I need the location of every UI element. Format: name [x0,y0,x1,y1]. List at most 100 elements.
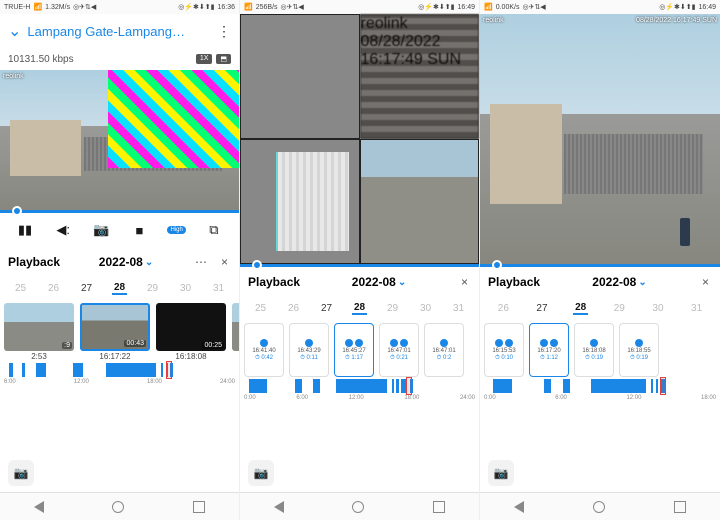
video-feed[interactable]: reolink [0,70,239,210]
status-icons-right: ◎⚡✱⬇⬆▮ [659,3,695,11]
clip-thumb[interactable]: :92:53 [4,303,74,361]
camera-fab[interactable]: 📷 [488,460,514,486]
clip-card[interactable]: 16:47:01⏱ 0:2 [424,323,464,377]
status-icons: ◎✈⇅◀ [73,3,96,11]
nav-home[interactable] [112,501,124,513]
pip-button[interactable]: ⧉ [204,220,224,240]
clip-thumbs: :92:53 00:4316:17:22 00:2516:18:08 00:17… [0,299,239,361]
scrubber[interactable] [0,210,239,213]
day-29[interactable]: 29 [145,283,160,294]
nav-back[interactable] [34,501,44,513]
android-navbar [240,492,479,520]
scrubber[interactable] [240,264,479,267]
menu-button[interactable]: ⋮ [217,23,231,40]
record-button[interactable]: ■ [129,220,149,240]
clip-card[interactable]: 16:47:01⏱ 0:21 [379,323,419,377]
timestamp-overlay: 08/28/2022 16:17:49 SUN [361,33,479,69]
scrubber[interactable] [480,264,720,267]
camera-fab[interactable]: 📷 [248,460,274,486]
video-grid[interactable]: reolink08/28/2022 16:17:49 SUN [240,14,479,264]
speed-chip[interactable]: 1X [196,54,213,64]
camera-fab[interactable]: 📷 [8,460,34,486]
status-bar: TRUE-H 📶 1.32M/s ◎✈⇅◀ ◎⚡✱⬇⬆▮ 16:36 [0,0,239,14]
month-selector[interactable]: 2022-08⌄ [352,275,406,289]
day-29[interactable]: 29 [385,303,400,314]
timeline[interactable]: 0:00 6:00 12:00 18:00 24:00 [240,377,479,411]
brand-watermark: reolink [3,73,24,80]
nav-back[interactable] [274,501,284,513]
clip-thumb[interactable]: 00:4316:17:22 [80,303,150,361]
day-28[interactable]: 28 [573,302,588,315]
tick: 0:00 [484,395,496,401]
clip-card[interactable]: 16:45:27⏱ 1:17 [334,323,374,377]
playback-menu[interactable]: ⋯ [192,255,210,269]
clip-list: 16:15:53⏱ 0:1016:17:20⏱ 1:1216:18:08⏱ 0:… [480,319,720,377]
tick: 24:00 [460,395,475,401]
clip-thumb[interactable]: 00:2516:18:08 [156,303,226,361]
brand-watermark: reolink [483,17,504,24]
day-26[interactable]: 26 [496,303,511,314]
nav-home[interactable] [352,501,364,513]
day-31[interactable]: 31 [211,283,226,294]
month-selector[interactable]: 2022-08⌄ [592,275,646,289]
mute-button[interactable]: ◀: [53,220,73,240]
clip-card[interactable]: 16:18:08⏱ 0:19 [574,323,614,377]
tick: 12:00 [74,379,89,385]
nav-recent[interactable] [433,501,445,513]
clip-card[interactable]: 16:17:20⏱ 1:12 [529,323,569,377]
back-button[interactable]: ⌄ [8,21,21,41]
status-icons: ◎✈⇅◀ [522,3,545,11]
net-speed: 256B/s [256,4,278,11]
clock: 16:36 [217,4,235,11]
day-27[interactable]: 27 [534,303,549,314]
status-bar: 📶256B/s◎✈⇅◀ ◎⚡✱⬇⬆▮16:49 [240,0,479,14]
day-26[interactable]: 26 [286,303,301,314]
clip-card[interactable]: 16:15:53⏱ 0:10 [484,323,524,377]
status-icons: ◎✈⇅◀ [281,3,304,11]
clip-card[interactable]: 16:41:40⏱ 0:42 [244,323,284,377]
day-27[interactable]: 27 [319,303,334,314]
day-25[interactable]: 25 [13,283,28,294]
snapshot-button[interactable]: 📷 [91,220,111,240]
nav-recent[interactable] [674,501,686,513]
day-31[interactable]: 31 [451,303,466,314]
quality-button[interactable]: High [167,226,185,234]
layout-chip[interactable]: ⬒ [216,54,231,64]
clip-card[interactable]: 16:18:55⏱ 0:19 [619,323,659,377]
nav-back[interactable] [514,501,524,513]
tick: 18:00 [701,395,716,401]
tick: 0:00 [244,395,256,401]
day-30[interactable]: 30 [650,303,665,314]
video-feed[interactable]: reolink 08/28/2022 16:17:49 SUN [480,14,720,264]
clock: 16:49 [698,4,716,11]
day-28[interactable]: 28 [112,282,127,295]
clip-card[interactable]: 16:43:29⏱ 0:11 [289,323,329,377]
day-28[interactable]: 28 [352,302,367,315]
day-30[interactable]: 30 [418,303,433,314]
playback-header: Playback 2022-08⌄ × [480,267,720,297]
day-25[interactable]: 25 [253,303,268,314]
close-button[interactable]: × [458,275,471,289]
nav-home[interactable] [593,501,605,513]
timeline[interactable]: 0:00 6:00 12:00 18:00 [480,377,720,411]
timeline[interactable]: 6:00 12:00 18:00 24:00 [0,361,239,395]
camera-title[interactable]: Lampang Gate-Lampang… [27,24,211,39]
close-button[interactable]: × [699,275,712,289]
clock: 16:49 [457,4,475,11]
month-selector[interactable]: 2022-08⌄ [99,255,153,269]
day-26[interactable]: 26 [46,283,61,294]
day-30[interactable]: 30 [178,283,193,294]
pause-button[interactable]: ▮▮ [15,220,35,240]
day-31[interactable]: 31 [689,303,704,314]
screen-2: 📶256B/s◎✈⇅◀ ◎⚡✱⬇⬆▮16:49 reolink08/28/202… [240,0,480,520]
day-29[interactable]: 29 [612,303,627,314]
status-icons-right: ◎⚡✱⬇⬆▮ [418,3,454,11]
tick: 18:00 [404,395,419,401]
nav-recent[interactable] [193,501,205,513]
net-speed: 0.00K/s [496,4,520,11]
day-27[interactable]: 27 [79,283,94,294]
close-button[interactable]: × [218,255,231,269]
clip-thumb[interactable]: 00:1716:18 [232,303,239,361]
playback-label: Playback [488,275,540,289]
android-navbar [0,492,239,520]
